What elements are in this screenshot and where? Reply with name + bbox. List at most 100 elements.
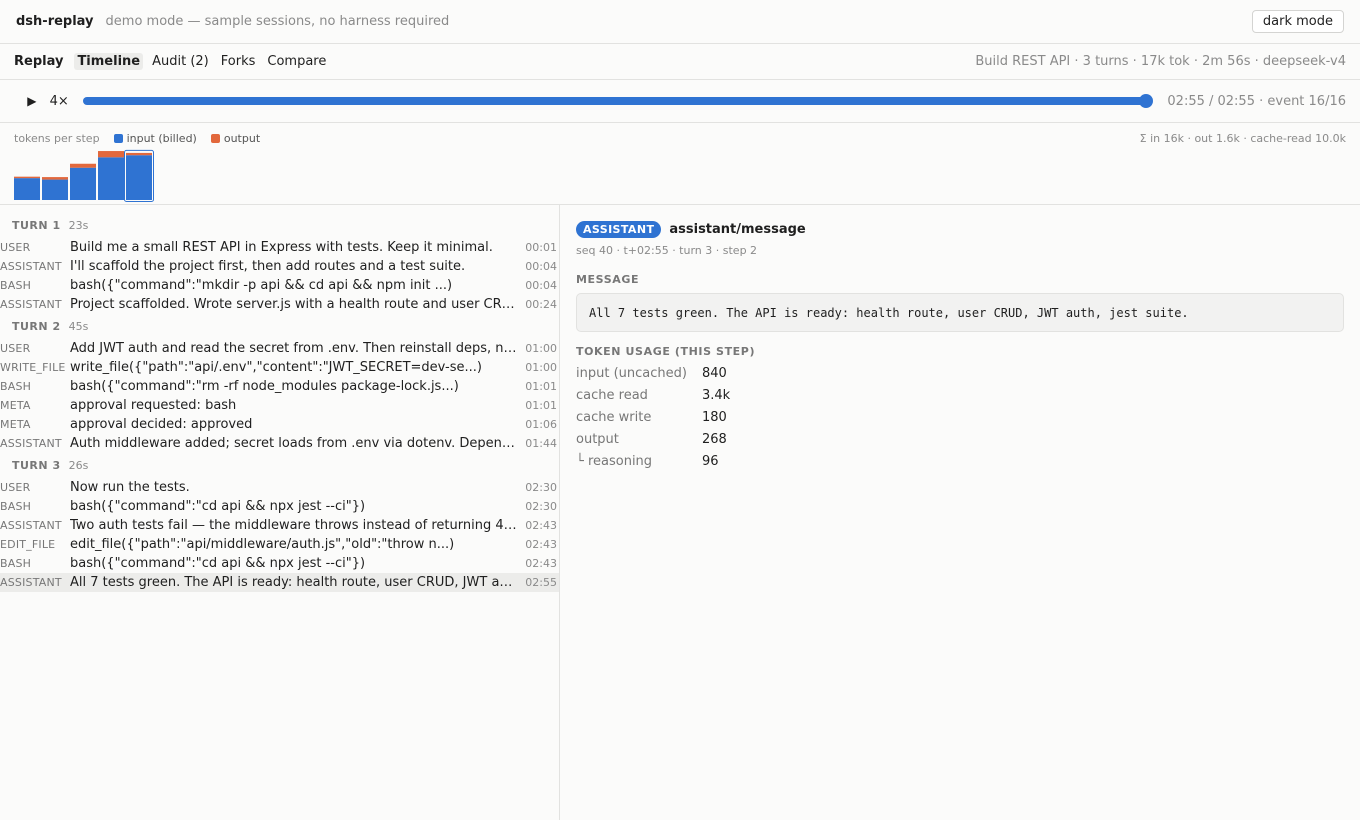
timeline-event-row[interactable]: USER Now run the tests. 02:30 xyxy=(0,478,559,497)
tab-forks[interactable]: Forks xyxy=(218,53,259,70)
play-icon[interactable]: ▶ xyxy=(20,94,44,108)
chart-label: tokens per step xyxy=(14,132,100,145)
timeline-event-row[interactable]: META approval requested: bash 01:01 xyxy=(0,396,559,415)
timeline-event-row[interactable]: BASH bash({"command":"rm -rf node_modules… xyxy=(0,377,559,396)
timeline-event-row[interactable]: BASH bash({"command":"cd api && npx jest … xyxy=(0,497,559,516)
event-text: Project scaffolded. Wrote server.js with… xyxy=(70,297,518,312)
token-chart-strip: tokens per step input (billed) output Σ … xyxy=(0,123,1360,205)
usage-value: 180 xyxy=(702,409,727,425)
event-time: 00:04 xyxy=(525,279,557,292)
token-summary: Σ in 16k · out 1.6k · cache-read 10.0k xyxy=(1139,132,1346,145)
tokens-per-step-chart xyxy=(14,149,154,202)
detail-header: ASSISTANT assistant/message xyxy=(576,221,806,238)
turn-header: TURN 2 45s xyxy=(12,320,88,333)
timeline-event-row[interactable]: ASSISTANT I'll scaffold the project first… xyxy=(0,257,559,276)
timeline-event-row[interactable]: BASH bash({"command":"cd api && npx jest … xyxy=(0,554,559,573)
tab-timeline[interactable]: Timeline xyxy=(74,53,144,70)
usage-value: 3.4k xyxy=(702,387,731,403)
legend-swatch-input xyxy=(113,134,123,143)
bar-input-step-3[interactable] xyxy=(70,167,96,200)
usage-row: output 268 xyxy=(576,429,727,449)
timeline-event-row[interactable]: EDIT_FILE edit_file({"path":"api/middlewa… xyxy=(0,535,559,554)
usage-value: 268 xyxy=(702,431,727,447)
event-kind: WRITE_FILE xyxy=(0,361,66,374)
legend-input: input (billed) xyxy=(126,132,197,145)
event-kind: BASH xyxy=(0,500,32,513)
bar-output-step-2[interactable] xyxy=(42,177,68,180)
event-kind: BASH xyxy=(0,557,32,570)
event-kind: ASSISTANT xyxy=(0,298,62,311)
bar-input-step-1[interactable] xyxy=(14,178,40,200)
bar-output-step-4[interactable] xyxy=(98,151,124,158)
usage-value: 96 xyxy=(702,453,719,469)
event-kind: META xyxy=(0,418,31,431)
usage-row: cache read 3.4k xyxy=(576,385,730,405)
event-time: 02:30 xyxy=(525,500,557,513)
app-subtitle: demo mode — sample sessions, no harness … xyxy=(105,14,450,29)
timeline-event-row[interactable]: USER Build me a small REST API in Express… xyxy=(0,238,559,257)
event-kind: ASSISTANT xyxy=(0,260,62,273)
event-time: 01:06 xyxy=(525,418,557,431)
timeline-event-row[interactable]: USER Add JWT auth and read the secret fro… xyxy=(0,339,559,358)
tab-replay[interactable]: Replay xyxy=(14,53,66,70)
bar-output-step-1[interactable] xyxy=(14,176,40,179)
timeline-event-row[interactable]: ASSISTANT Two auth tests fail — the middl… xyxy=(0,516,559,535)
event-text: bash({"command":"rm -rf node_modules pac… xyxy=(70,379,459,394)
event-time: 01:44 xyxy=(525,437,557,450)
event-text: edit_file({"path":"api/middleware/auth.j… xyxy=(70,537,455,552)
bar-input-step-5[interactable] xyxy=(126,155,152,200)
turn-header: TURN 1 23s xyxy=(12,219,88,232)
event-text: Two auth tests fail — the middleware thr… xyxy=(70,518,518,533)
event-title: assistant/message xyxy=(669,222,806,237)
chart-legend: tokens per step input (billed) output xyxy=(14,132,260,145)
event-text: bash({"command":"cd api && npx jest --ci… xyxy=(70,499,366,514)
nav-bar: Replay Timeline Audit (2) Forks Compare … xyxy=(0,44,1360,80)
event-kind: USER xyxy=(0,342,31,355)
event-time: 02:43 xyxy=(525,538,557,551)
legend-swatch-output xyxy=(210,134,220,143)
event-kind: EDIT_FILE xyxy=(0,538,56,551)
usage-section-header: TOKEN USAGE (THIS STEP) xyxy=(576,345,756,358)
bar-input-step-4[interactable] xyxy=(98,157,124,200)
bar-input-step-2[interactable] xyxy=(42,179,68,200)
timeline-panel: TURN 1 23s USER Build me a small REST API i… xyxy=(0,205,560,820)
turn-header: TURN 3 26s xyxy=(12,459,88,472)
timeline-event-row[interactable]: ASSISTANT Auth middleware added; secret l… xyxy=(0,434,559,453)
message-box: All 7 tests green. The API is ready: hea… xyxy=(576,293,1344,332)
event-time: 02:30 xyxy=(525,481,557,494)
bar-output-step-5[interactable] xyxy=(126,152,152,156)
tab-audit[interactable]: Audit (2) xyxy=(149,53,212,70)
event-kind: BASH xyxy=(0,279,32,292)
usage-label: input (uncached) xyxy=(576,365,687,381)
event-text: approval requested: bash xyxy=(70,398,237,413)
event-text: Auth middleware added; secret loads from… xyxy=(70,436,518,451)
event-text: I'll scaffold the project first, then ad… xyxy=(70,259,466,274)
timeline-event-row[interactable]: ASSISTANT All 7 tests green. The API is r… xyxy=(0,573,559,592)
event-text: Now run the tests. xyxy=(70,480,190,495)
timeline-event-row[interactable]: META approval decided: approved 01:06 xyxy=(0,415,559,434)
progress-slider-thumb[interactable] xyxy=(1139,94,1154,108)
timeline-event-row[interactable]: ASSISTANT Project scaffolded. Wrote serve… xyxy=(0,295,559,314)
event-text: Add JWT auth and read the secret from .e… xyxy=(70,341,518,356)
event-meta: seq 40 · t+02:55 · turn 3 · step 2 xyxy=(576,244,758,257)
event-text: bash({"command":"cd api && npx jest --ci… xyxy=(70,556,366,571)
event-kind: ASSISTANT xyxy=(0,576,62,589)
event-time: 02:43 xyxy=(525,519,557,532)
event-kind: ASSISTANT xyxy=(0,437,62,450)
timeline-event-row[interactable]: BASH bash({"command":"mkdir -p api && cd … xyxy=(0,276,559,295)
tab-compare[interactable]: Compare xyxy=(264,53,329,70)
event-time: 01:01 xyxy=(525,399,557,412)
usage-row: └ reasoning 96 xyxy=(576,451,719,471)
timeline-event-row[interactable]: WRITE_FILE write_file({"path":"api/.env",… xyxy=(0,358,559,377)
event-time: 02:43 xyxy=(525,557,557,570)
speed-control[interactable]: 4× xyxy=(50,94,69,109)
event-kind: USER xyxy=(0,241,31,254)
session-meta: Build REST API · 3 turns · 17k tok · 2m … xyxy=(975,54,1346,69)
bar-output-step-3[interactable] xyxy=(70,163,96,168)
progress-slider[interactable] xyxy=(82,94,1154,108)
event-time: 01:00 xyxy=(525,342,557,355)
event-text: bash({"command":"mkdir -p api && cd api … xyxy=(70,278,453,293)
legend-output: output xyxy=(223,132,261,145)
dark-mode-button[interactable]: dark mode xyxy=(1251,10,1344,33)
event-kind: USER xyxy=(0,481,31,494)
